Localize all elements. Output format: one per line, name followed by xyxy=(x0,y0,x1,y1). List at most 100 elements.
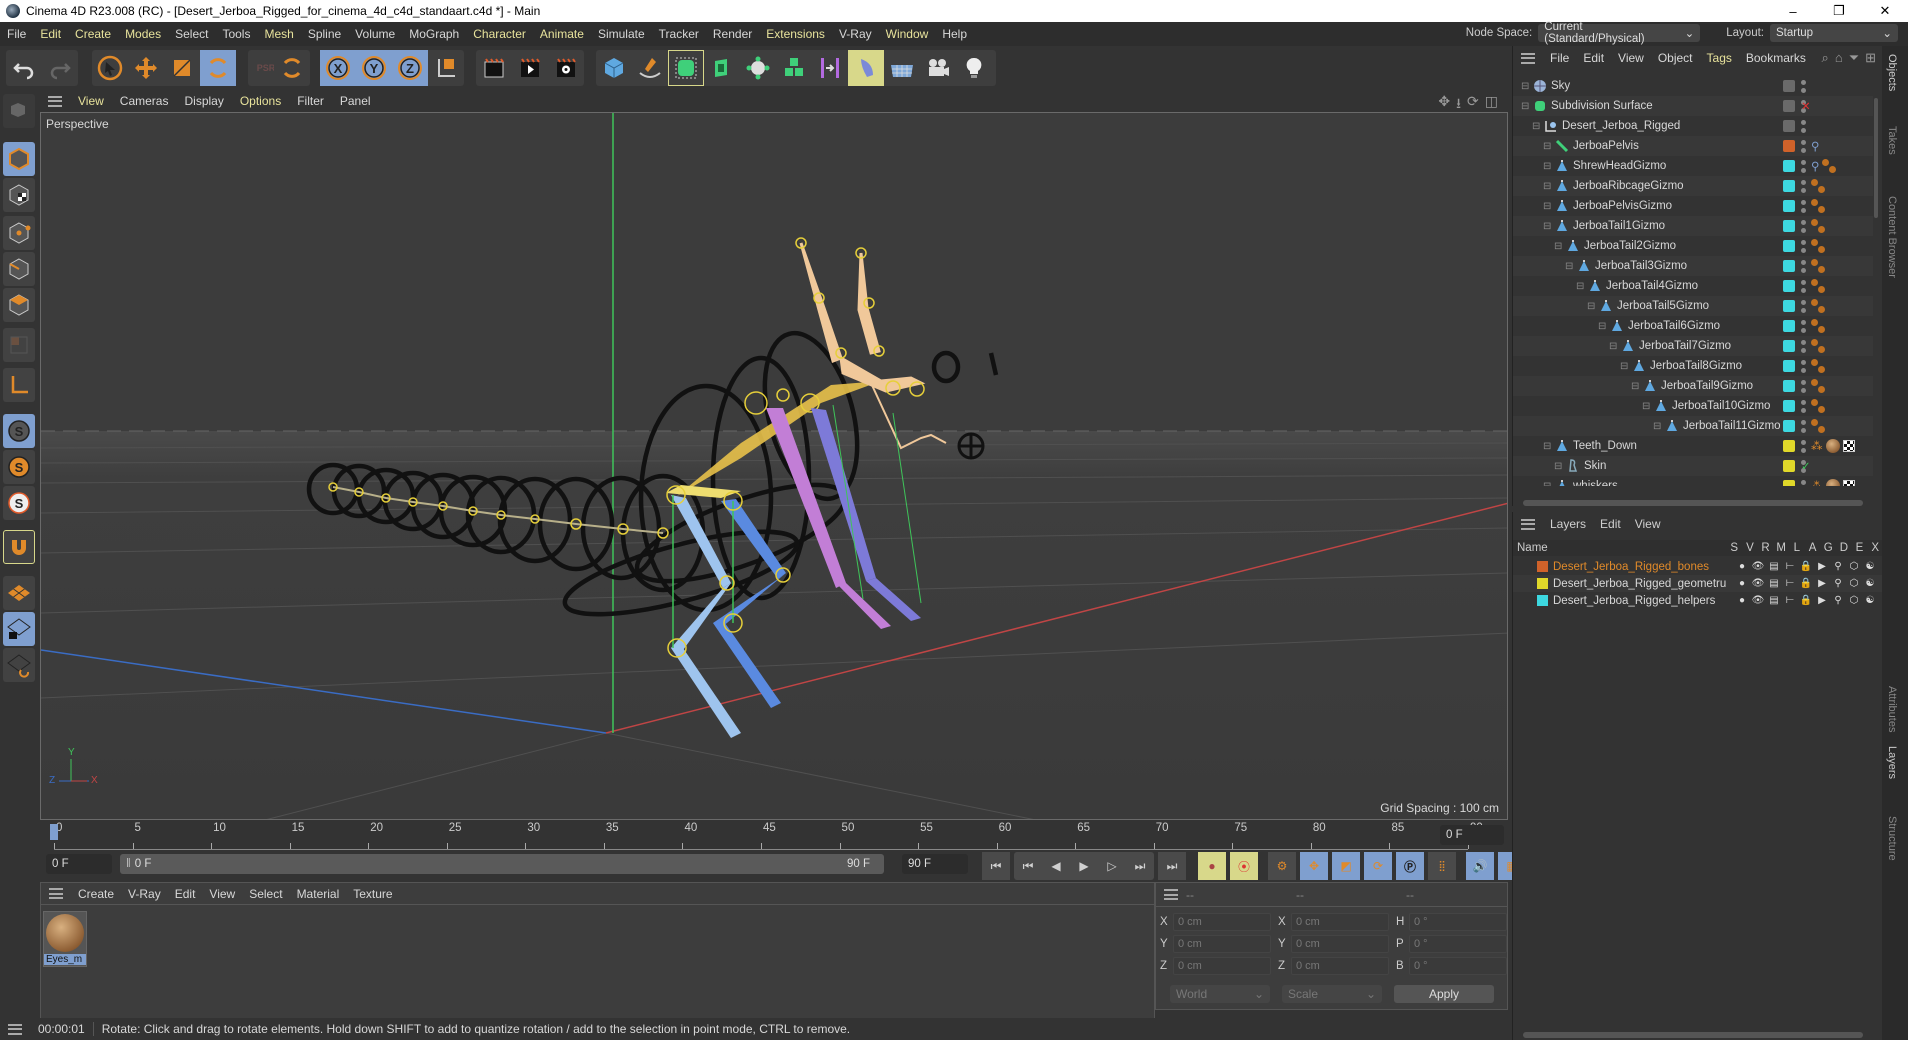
menu-character[interactable]: Character xyxy=(466,27,533,41)
object-row[interactable]: ⊟ JerboaTail5Gizmo xyxy=(1513,296,1873,316)
autokey-button[interactable]: ⦿ xyxy=(1230,852,1258,880)
layer-color-swatch[interactable] xyxy=(1783,220,1795,232)
coord-b-field-2[interactable]: 0 ° xyxy=(1409,957,1507,975)
rotate-tool-button[interactable] xyxy=(200,50,236,86)
start-frame-field[interactable]: 0 F xyxy=(46,854,112,874)
select-tool-button[interactable] xyxy=(92,50,128,86)
menu-render[interactable]: Render xyxy=(706,27,759,41)
layer-toggle-icon[interactable]: ☯ xyxy=(1863,595,1877,606)
coord-p-field-2[interactable]: 0 ° xyxy=(1409,935,1507,953)
visibility-dots[interactable] xyxy=(1801,319,1806,333)
layer-column-name[interactable]: Name xyxy=(1513,542,1726,554)
layer-toggle-icon[interactable]: ▶ xyxy=(1815,595,1829,606)
bone-tag-icon[interactable] xyxy=(1811,419,1825,433)
coord-z-field-1[interactable]: 0 cm xyxy=(1291,957,1389,975)
tree-expander-icon[interactable]: ⊟ xyxy=(1587,301,1595,312)
layer-color-swatch[interactable] xyxy=(1783,440,1795,452)
layer-color-swatch[interactable] xyxy=(1783,360,1795,372)
layer-color-swatch[interactable] xyxy=(1783,280,1795,292)
key-pla-button[interactable]: ⣿ xyxy=(1428,852,1456,880)
layer-row[interactable]: Desert_Jerboa_Rigged_helpers ● 👁 ▤ ⊢ 🔒 ▶ ⚲ ⬡ ☯ xyxy=(1513,592,1883,609)
menu-spline[interactable]: Spline xyxy=(301,27,348,41)
visibility-dots[interactable] xyxy=(1801,479,1806,487)
visibility-dots[interactable] xyxy=(1801,399,1806,413)
prev-key-button[interactable]: ⏮ xyxy=(1014,852,1042,880)
material-swatch[interactable]: Eyes_m xyxy=(43,911,87,967)
tree-expander-icon[interactable]: ⊟ xyxy=(1609,341,1617,352)
layer-color-swatch[interactable] xyxy=(1783,80,1795,92)
3d-viewport[interactable]: Perspective Y Z X Grid Spacing : 100 cm xyxy=(40,112,1508,820)
keyframe-selection-button[interactable]: ⚙ xyxy=(1268,852,1296,880)
hamburger-menu-icon[interactable] xyxy=(48,95,62,107)
move-tool-button[interactable] xyxy=(128,50,164,86)
object-row[interactable]: ⊟ JerboaTail6Gizmo xyxy=(1513,316,1873,336)
menu-v-ray[interactable]: V-Ray xyxy=(832,27,879,41)
snap-orange-button[interactable]: S xyxy=(3,450,35,484)
redo-button[interactable] xyxy=(42,50,78,86)
object-row[interactable]: ⊟ JerboaTail11Gizmo xyxy=(1513,416,1873,436)
object-menu-tags[interactable]: Tags xyxy=(1700,51,1739,65)
layer-toggle-icon[interactable]: ▤ xyxy=(1767,561,1781,572)
layer-color-swatch[interactable] xyxy=(1783,180,1795,192)
material-menu-texture[interactable]: Texture xyxy=(346,887,399,901)
end-frame-field[interactable]: 90 F xyxy=(902,854,968,874)
layer-column-d[interactable]: D xyxy=(1836,542,1852,554)
side-tab-takes[interactable]: Takes xyxy=(1886,126,1898,155)
menu-mograph[interactable]: MoGraph xyxy=(402,27,466,41)
object-row[interactable]: ⊟ JerboaTail8Gizmo xyxy=(1513,356,1873,376)
layer-toggle-icon[interactable]: 🔒 xyxy=(1799,595,1813,606)
layout-dropdown[interactable]: Startup ⌄ xyxy=(1770,24,1898,42)
bone-tag-icon[interactable] xyxy=(1811,379,1825,393)
texture-tag-icon[interactable] xyxy=(1842,440,1855,452)
apply-button[interactable]: Apply xyxy=(1394,985,1494,1003)
render-button[interactable] xyxy=(512,50,548,86)
layer-column-g[interactable]: G xyxy=(1820,542,1836,554)
material-menu-material[interactable]: Material xyxy=(290,887,347,901)
layer-toggle-icon[interactable]: ▶ xyxy=(1815,578,1829,589)
visibility-dots[interactable] xyxy=(1801,119,1806,133)
visibility-dots[interactable] xyxy=(1801,379,1806,393)
bone-tag-icon[interactable] xyxy=(1811,259,1825,273)
visibility-dots[interactable] xyxy=(1801,219,1806,233)
maximize-button[interactable]: ❐ xyxy=(1816,0,1862,22)
undo-button[interactable] xyxy=(6,50,42,86)
coordinate-system-button[interactable] xyxy=(428,50,464,86)
minimize-button[interactable]: – xyxy=(1770,0,1816,22)
layer-toggle-icon[interactable]: ⊢ xyxy=(1783,578,1797,589)
home-icon[interactable]: ⌂ xyxy=(1835,50,1843,66)
layer-color-swatch[interactable] xyxy=(1537,595,1548,606)
hamburger-menu-icon[interactable] xyxy=(1164,889,1178,900)
visibility-dots[interactable] xyxy=(1801,159,1806,173)
layer-toggle-icon[interactable]: 🔒 xyxy=(1799,578,1813,589)
object-row[interactable]: ⊟ JerboaTail7Gizmo xyxy=(1513,336,1873,356)
hamburger-menu-icon[interactable] xyxy=(49,888,63,899)
snap-soft-button[interactable]: S xyxy=(3,414,35,448)
visibility-dots[interactable] xyxy=(1801,439,1806,453)
layer-name[interactable]: Desert_Jerboa_Rigged_helpers xyxy=(1553,595,1715,607)
next-frame-button[interactable]: ▷ xyxy=(1098,852,1126,880)
visibility-dots[interactable] xyxy=(1801,239,1806,253)
bone-tag-icon[interactable] xyxy=(1811,179,1825,193)
side-tab-layers[interactable]: Layers xyxy=(1886,746,1898,779)
layer-color-swatch[interactable] xyxy=(1783,300,1795,312)
visibility-dots[interactable] xyxy=(1801,259,1806,273)
timeline-ruler[interactable]: 051015202530354045505560657075808590 0 F xyxy=(40,820,1508,850)
play-button[interactable]: ▶ xyxy=(1070,852,1098,880)
bone-tag-icon[interactable] xyxy=(1811,339,1825,353)
subdivision-surface-button[interactable] xyxy=(668,50,704,86)
lock-workplane-button[interactable] xyxy=(3,612,35,646)
light-button[interactable] xyxy=(956,50,992,86)
object-row[interactable]: ⊟ Desert_Jerboa_Rigged xyxy=(1513,116,1873,136)
prev-frame-button[interactable]: ◀ xyxy=(1042,852,1070,880)
coord-y-field-0[interactable]: 0 cm xyxy=(1173,935,1271,953)
layer-menu-edit[interactable]: Edit xyxy=(1593,517,1628,531)
material-menu-v-ray[interactable]: V-Ray xyxy=(121,887,168,901)
goto-end-button[interactable]: ⏭ xyxy=(1158,852,1186,880)
playhead[interactable] xyxy=(50,824,58,840)
object-row[interactable]: ⊟ JerboaTail10Gizmo xyxy=(1513,396,1873,416)
object-menu-object[interactable]: Object xyxy=(1651,51,1700,65)
material-menu-view[interactable]: View xyxy=(202,887,242,901)
visibility-dots[interactable] xyxy=(1801,199,1806,213)
layer-color-swatch[interactable] xyxy=(1783,200,1795,212)
layer-column-x[interactable]: X xyxy=(1867,542,1883,554)
